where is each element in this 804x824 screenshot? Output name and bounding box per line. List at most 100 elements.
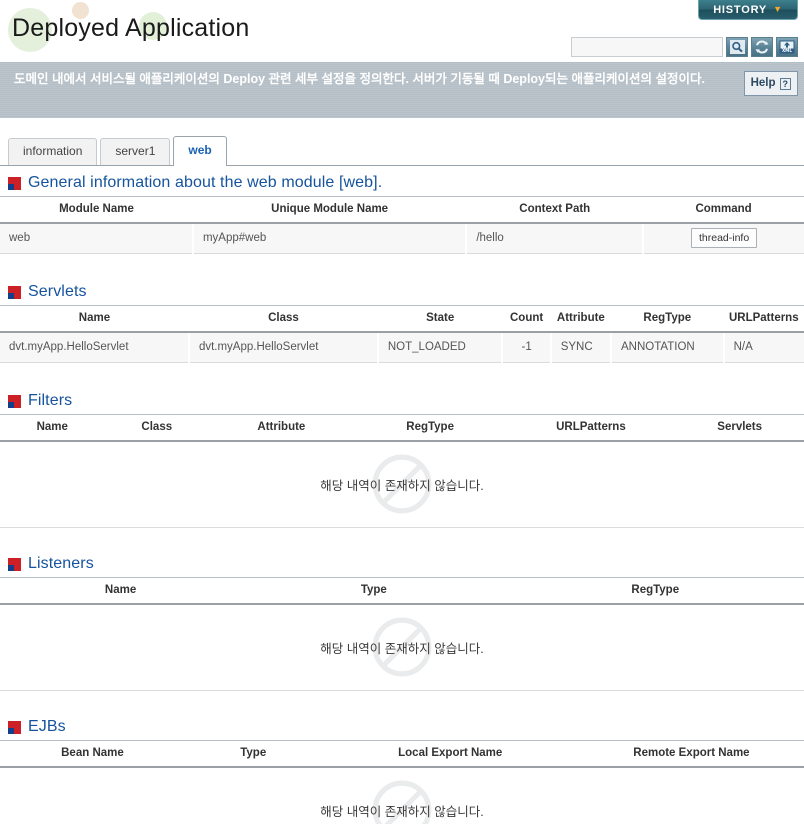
column-header: Remote Export Name xyxy=(579,741,804,767)
history-label: HISTORY xyxy=(713,4,767,16)
tab-label: server1 xyxy=(115,144,155,158)
section-title: Filters xyxy=(28,392,72,410)
table-listeners: NameTypeRegType xyxy=(0,577,804,605)
question-mark-icon: ? xyxy=(780,78,792,90)
section-bullet-icon xyxy=(8,721,21,734)
xml-export-icon-button[interactable]: XML xyxy=(776,37,798,57)
column-header: RegType xyxy=(611,306,724,332)
cell-attribute: SYNC xyxy=(551,332,611,363)
tab-bar: information server1 web xyxy=(0,134,804,166)
empty-state: 해당 내역이 존재하지 않습니다. xyxy=(0,605,804,691)
cell-urlpatterns: N/A xyxy=(724,332,804,363)
help-label: Help xyxy=(751,74,776,93)
cell-count: -1 xyxy=(502,332,550,363)
table-header-row: NameTypeRegType xyxy=(0,578,804,604)
help-button[interactable]: Help ? xyxy=(744,71,798,96)
column-header: Class xyxy=(105,415,210,441)
section-bullet-icon xyxy=(8,558,21,571)
section-bullet-icon xyxy=(8,286,21,299)
section-bullet-icon xyxy=(8,177,21,190)
column-header: Name xyxy=(0,578,241,604)
table-header-row: NameClassAttributeRegTypeURLPatternsServ… xyxy=(0,415,804,441)
cell-class: dvt.myApp.HelloServlet xyxy=(189,332,378,363)
table-header-row: Module NameUnique Module NameContext Pat… xyxy=(0,197,804,223)
page-title-block: Deployed Application xyxy=(12,6,250,50)
cell-module-name: web xyxy=(0,223,193,254)
section-title: Listeners xyxy=(28,555,94,573)
tab-label: information xyxy=(23,144,82,158)
toolbar: XML xyxy=(571,37,798,57)
section-bullet-icon xyxy=(8,395,21,408)
tab-information[interactable]: information xyxy=(8,138,97,165)
column-header: Type xyxy=(185,741,322,767)
section-title: Servlets xyxy=(28,283,87,301)
section-header: EJBs xyxy=(0,714,804,740)
cell-name: dvt.myApp.HelloServlet xyxy=(0,332,189,363)
column-header: Command xyxy=(643,197,804,223)
column-header: Attribute xyxy=(209,415,354,441)
column-header: Type xyxy=(241,578,506,604)
column-header: RegType xyxy=(507,578,804,604)
column-header: RegType xyxy=(354,415,507,441)
description-text: 도메인 내에서 서비스될 애플리케이션의 Deploy 관련 세부 설정을 정의… xyxy=(14,72,705,86)
thread-info-button[interactable]: thread-info xyxy=(691,228,757,248)
section-ejbs: EJBs Bean NameTypeLocal Export NameRemote… xyxy=(0,714,804,824)
section-servlets: Servlets NameClassStateCountAttributeRegT… xyxy=(0,279,804,363)
column-header: URLPatterns xyxy=(507,415,676,441)
cell-unique-module-name: myApp#web xyxy=(193,223,466,254)
cell-command: thread-info xyxy=(643,223,804,254)
tab-web[interactable]: web xyxy=(173,136,226,165)
section-header: General information about the web module… xyxy=(0,170,804,196)
table-servlets: NameClassStateCountAttributeRegTypeURLPa… xyxy=(0,305,804,363)
empty-message: 해당 내역이 존재하지 않습니다. xyxy=(320,801,483,820)
search-input[interactable] xyxy=(571,37,723,57)
section-header: Filters xyxy=(0,388,804,414)
page-title: Deployed Application xyxy=(12,6,250,50)
column-header: Local Export Name xyxy=(322,741,579,767)
search-icon xyxy=(730,40,745,54)
refresh-icon-button[interactable] xyxy=(751,37,773,57)
table-ejbs: Bean NameTypeLocal Export NameRemote Exp… xyxy=(0,740,804,768)
table-row[interactable]: dvt.myApp.HelloServletdvt.myApp.HelloSer… xyxy=(0,332,804,363)
search-icon-button[interactable] xyxy=(726,37,748,57)
chevron-down-icon: ▼ xyxy=(773,5,783,14)
refresh-icon xyxy=(754,40,770,54)
section-general-information: General information about the web module… xyxy=(0,170,804,254)
column-header: Count xyxy=(502,306,550,332)
section-title: General information about the web module… xyxy=(28,174,382,192)
table-row[interactable]: webmyApp#web/hello thread-info xyxy=(0,223,804,254)
empty-message: 해당 내역이 존재하지 않습니다. xyxy=(320,638,483,657)
empty-message: 해당 내역이 존재하지 않습니다. xyxy=(320,475,483,494)
section-filters: Filters NameClassAttributeRegTypeURLPatte… xyxy=(0,388,804,528)
column-header: Name xyxy=(0,306,189,332)
tab-label: web xyxy=(188,143,211,157)
xml-export-icon: XML xyxy=(779,40,795,54)
empty-state: 해당 내역이 존재하지 않습니다. xyxy=(0,442,804,528)
column-header: Servlets xyxy=(675,415,804,441)
column-header: Class xyxy=(189,306,378,332)
column-header: Module Name xyxy=(0,197,193,223)
cell-regtype: ANNOTATION xyxy=(611,332,724,363)
column-header: Unique Module Name xyxy=(193,197,466,223)
svg-text:XML: XML xyxy=(782,48,792,53)
column-header: Name xyxy=(0,415,105,441)
empty-state: 해당 내역이 존재하지 않습니다. xyxy=(0,768,804,824)
column-header: Context Path xyxy=(466,197,643,223)
history-button[interactable]: HISTORY ▼ xyxy=(698,0,798,20)
cell-state: NOT_LOADED xyxy=(378,332,503,363)
section-listeners: Listeners NameTypeRegType 해당 내역이 존재하지 않습니… xyxy=(0,551,804,691)
column-header: URLPatterns xyxy=(724,306,804,332)
section-header: Servlets xyxy=(0,279,804,305)
column-header: Bean Name xyxy=(0,741,185,767)
column-header: Attribute xyxy=(551,306,611,332)
cell-context-path: /hello xyxy=(466,223,643,254)
table-header-row: NameClassStateCountAttributeRegTypeURLPa… xyxy=(0,306,804,332)
section-title: EJBs xyxy=(28,718,66,736)
table-header-row: Bean NameTypeLocal Export NameRemote Exp… xyxy=(0,741,804,767)
tab-server1[interactable]: server1 xyxy=(100,138,170,165)
table-filters: NameClassAttributeRegTypeURLPatternsServ… xyxy=(0,414,804,442)
description-banner: 도메인 내에서 서비스될 애플리케이션의 Deploy 관련 세부 설정을 정의… xyxy=(0,62,804,118)
deployed-application-page: Deployed Application HISTORY ▼ xyxy=(0,0,804,824)
page-header: Deployed Application HISTORY ▼ xyxy=(0,0,804,62)
table-general-information: Module NameUnique Module NameContext Pat… xyxy=(0,196,804,254)
